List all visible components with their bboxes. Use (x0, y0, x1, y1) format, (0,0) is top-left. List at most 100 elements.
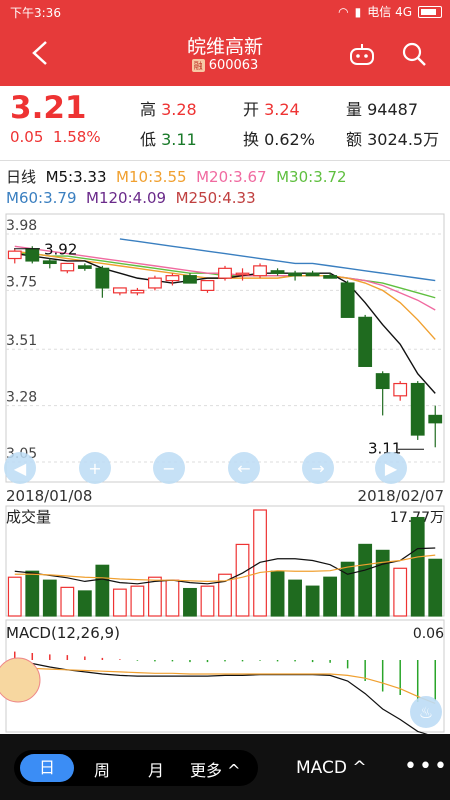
macd-dea-line (14, 666, 436, 704)
candle-body (375, 373, 390, 390)
high-stat: 高 3.28 (140, 100, 197, 119)
candle-body (77, 265, 92, 269)
app-header: 皖维高新 融 600063 (0, 24, 450, 86)
status-time: 下午3:36 (10, 6, 61, 20)
macd-dif-line (14, 659, 428, 734)
kline-y-tick: 3.51 (6, 333, 37, 349)
scroll-left-icon: ← (237, 459, 250, 478)
candle-body (340, 282, 355, 318)
candle-body (218, 267, 232, 279)
volume-bar (305, 585, 320, 617)
candle-body (42, 260, 57, 265)
search-icon[interactable] (400, 40, 428, 68)
low-stat: 低 3.11 (140, 130, 197, 149)
stock-name: 皖维高新 (186, 36, 263, 58)
kline-max-label: 3.92 (44, 241, 77, 259)
volume-bar (288, 579, 302, 617)
period-label: 日线 (6, 168, 37, 186)
volume-bar (375, 549, 390, 617)
tab-week[interactable]: 周 (94, 757, 110, 781)
period-switcher: 日 周 月 更多 ^ (14, 750, 258, 786)
more-menu-icon[interactable]: ••• (404, 754, 449, 779)
lightbulb-glyph: ♨ (419, 703, 433, 722)
ma60-label: M60:3.79 (6, 189, 77, 207)
kline-start-date: 2018/01/08 (6, 487, 92, 505)
candle-body (148, 277, 162, 289)
volume-bar (323, 576, 338, 617)
amount-stat: 额 3024.5万 (346, 130, 440, 149)
ma120-label: M120:4.09 (86, 189, 167, 207)
signal-icon: ▮ (354, 4, 362, 19)
volume-bar (270, 570, 285, 617)
status-bar: 下午3:36 ◠ ▮ 电信 4G (0, 0, 450, 24)
kline-y-tick: 3.28 (6, 390, 37, 406)
candle-body (95, 267, 110, 289)
candle-body (165, 275, 180, 282)
volume-bar (95, 564, 110, 617)
price-change: 0.05 1.58% (10, 128, 101, 146)
volume-bar (42, 579, 57, 617)
ma30-label: M30:3.72 (276, 168, 347, 186)
tab-day[interactable]: 日 (20, 754, 74, 782)
volume-bar (410, 516, 425, 617)
candle-body (323, 275, 338, 279)
candle-body (112, 287, 127, 294)
candle-body (358, 316, 373, 367)
candle-body (305, 272, 320, 277)
robot-icon[interactable] (348, 42, 376, 66)
candle-body (235, 272, 250, 276)
macd-label: MACD(12,26,9) (6, 624, 120, 642)
zoom-in-icon: + (88, 459, 101, 478)
tab-more[interactable]: 更多 ^ (190, 757, 241, 781)
candle-body (183, 275, 197, 284)
volume-bar (148, 576, 162, 617)
volume-bar (200, 585, 215, 617)
ma-legend-row2: M60:3.79 M120:4.09 M250:4.33 (6, 189, 256, 207)
volume-bar (25, 570, 40, 617)
wifi-icon: ◠ (338, 4, 349, 19)
candle-body (7, 250, 22, 260)
volume-bar (235, 543, 250, 617)
ma20-label: M20:3.67 (196, 168, 267, 186)
mascot-icon (0, 657, 41, 703)
candle-body (270, 270, 285, 274)
volume-bar (112, 588, 127, 617)
candle-body (428, 414, 443, 424)
candle-body (60, 262, 75, 272)
volume-stat: 量 94487 (346, 100, 419, 119)
ma250-label: M250:4.33 (175, 189, 256, 207)
volume-bar (358, 543, 373, 617)
divider (0, 160, 450, 161)
ma10-label: M10:3.55 (116, 168, 187, 186)
volume-label: 成交量 (6, 508, 51, 526)
scroll-right-icon: → (311, 459, 324, 478)
stock-code: 600063 (208, 58, 259, 73)
candle-body (253, 265, 267, 277)
change-value: 0.05 (10, 128, 44, 146)
stock-code-row: 融 600063 (0, 58, 450, 73)
ma-legend-row1: 日线 M5:3.33 M10:3.55 M20:3.67 M30:3.72 (6, 166, 347, 187)
volume-bar (77, 590, 92, 617)
change-pct: 1.58% (52, 128, 101, 146)
volume-bar (7, 576, 22, 617)
candle-body (288, 272, 302, 277)
volume-bar (428, 558, 443, 617)
margin-badge: 融 (191, 59, 205, 72)
tab-month[interactable]: 月 (148, 757, 164, 781)
open-stat: 开 3.24 (243, 100, 300, 119)
candle-body (393, 382, 408, 397)
battery-icon (418, 5, 442, 18)
candle-body (25, 248, 40, 262)
indicator-selector[interactable]: MACD ^ (296, 758, 367, 778)
candlestick-chart[interactable]: 3.983.753.513.283.053.923.11◀+−←→▶2018/0… (0, 212, 450, 734)
candle-body (410, 382, 425, 436)
scroll-start-icon: ◀ (14, 459, 27, 478)
candle-body (130, 289, 145, 294)
volume-bar (393, 567, 408, 617)
volume-bar (60, 586, 75, 617)
network-label: 电信 4G (367, 5, 412, 19)
macd-max-label: 0.06 (413, 626, 444, 642)
scroll-end-icon: ▶ (385, 459, 398, 478)
volume-bar (165, 579, 180, 617)
kline-y-tick: 3.75 (6, 274, 37, 290)
